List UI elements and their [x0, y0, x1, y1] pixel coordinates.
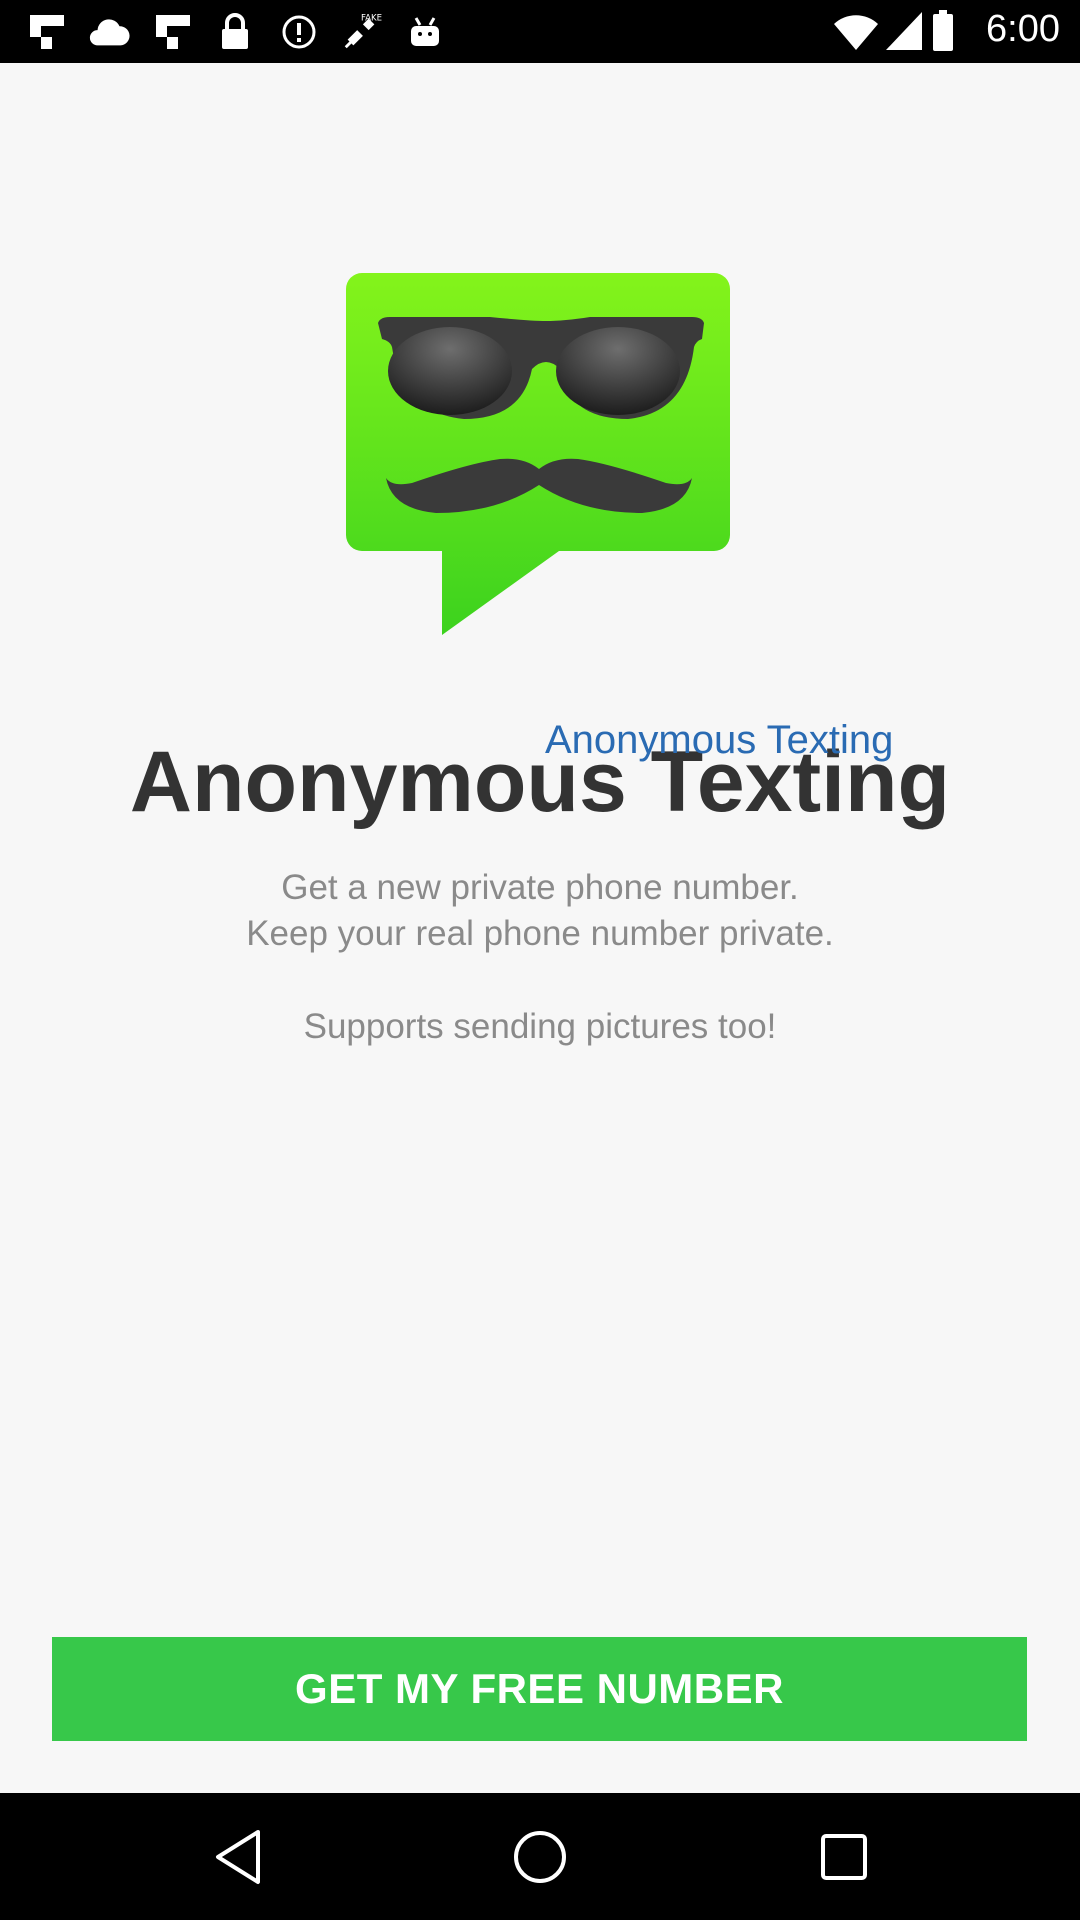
app-title: Anonymous Texting [129, 734, 951, 830]
lock-icon [214, 11, 256, 53]
fake-gps-icon: FAKE [340, 11, 382, 53]
cloud-icon [88, 11, 130, 53]
android-icon [404, 11, 446, 53]
anonymous-chat-logo-icon [346, 273, 732, 643]
description-line-1: Get a new private phone number. [281, 868, 799, 907]
recents-icon[interactable] [812, 1825, 876, 1889]
home-icon[interactable] [508, 1825, 572, 1889]
wifi-icon [832, 10, 880, 57]
app-title-overlay: Anonymous Texting [545, 718, 894, 762]
svg-text:FAKE: FAKE [361, 14, 382, 24]
signal-icon [884, 10, 924, 57]
clock: 6:00 [986, 8, 1060, 50]
description-line-3: Supports sending pictures too! [303, 1007, 777, 1046]
flipboard-icon [26, 11, 68, 53]
status-bar: FAKE 6:00 [0, 0, 1080, 63]
description-line-2: Keep your real phone number private. [246, 914, 834, 953]
flipboard-icon [152, 11, 194, 53]
back-icon[interactable] [206, 1825, 270, 1889]
get-free-number-button[interactable]: GET MY FREE NUMBER [52, 1637, 1027, 1741]
battery-icon [932, 10, 954, 57]
alert-circle-icon [278, 11, 320, 53]
navigation-bar [0, 1793, 1080, 1920]
